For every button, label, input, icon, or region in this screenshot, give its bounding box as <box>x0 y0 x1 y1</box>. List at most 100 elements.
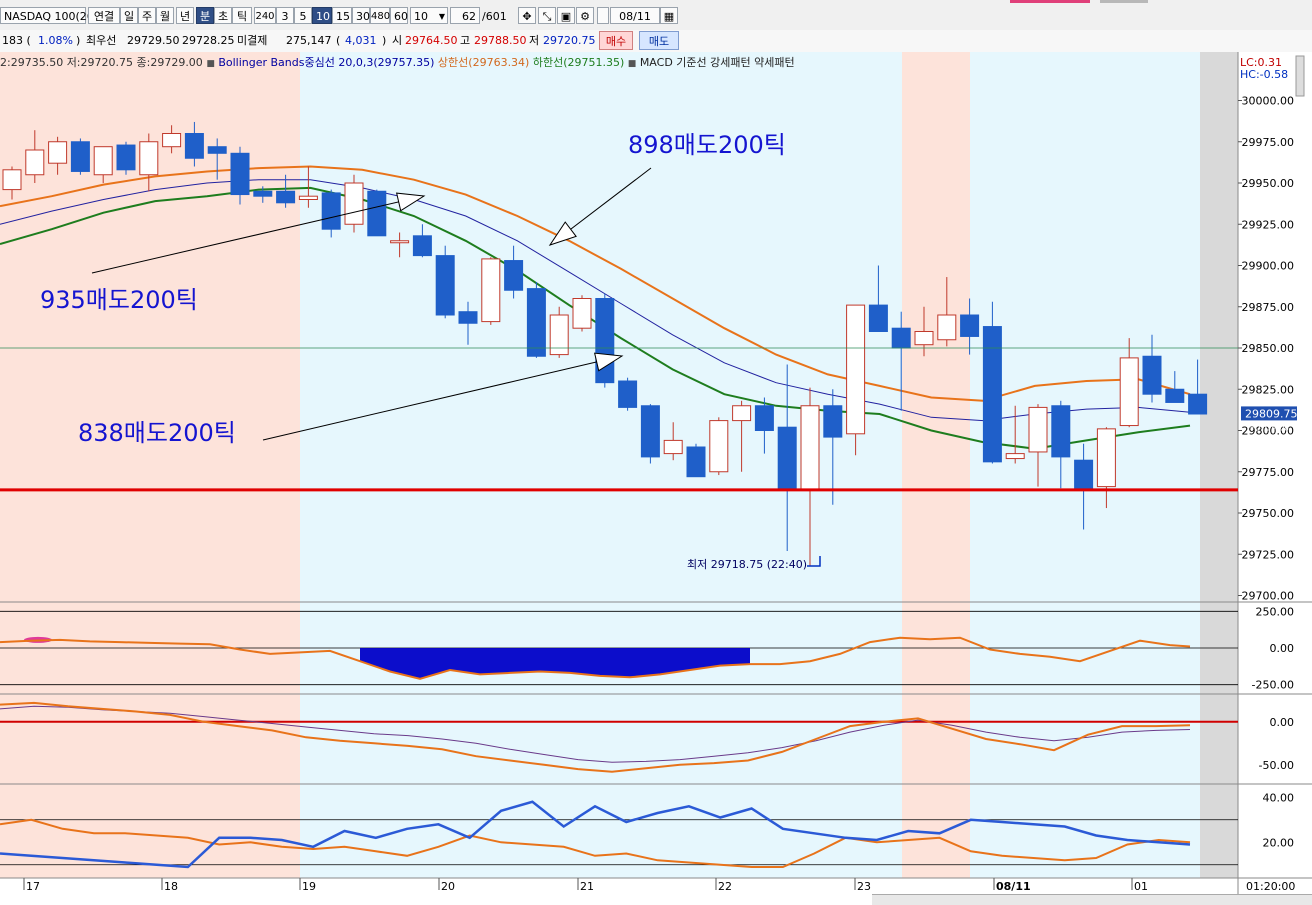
change-value: 183 ( <box>2 34 31 47</box>
time-axis-label: 22 <box>718 880 732 893</box>
indicator-legend: 2:29735.50 저:29720.75 종:29729.00 ■ Bolli… <box>0 55 795 71</box>
candle-body <box>914 331 934 346</box>
time-axis-label: 17 <box>26 880 40 893</box>
interval-button-10[interactable]: 10 <box>312 7 332 24</box>
period-button-tick[interactable]: 틱 <box>232 7 252 24</box>
zoom-tool-icon[interactable]: ⤡ <box>538 7 556 24</box>
candle-body <box>1005 453 1025 460</box>
oi-change-open: ( <box>336 34 341 47</box>
price-axis-label: 29775.00 <box>1242 466 1295 479</box>
window-tab-pink[interactable] <box>1010 0 1090 3</box>
interval-button-3[interactable]: 3 <box>276 7 294 24</box>
time-axis-label: 18 <box>164 880 178 893</box>
time-axis-label: 01 <box>1134 880 1148 893</box>
calendar-icon[interactable]: ▦ <box>660 7 678 24</box>
price-axis-label: 29750.00 <box>1242 507 1295 520</box>
gear-icon[interactable]: ⚙ <box>576 7 594 24</box>
oi-change-close: ) <box>382 34 387 47</box>
price-axis-label: 29975.00 <box>1242 136 1295 149</box>
interval-button-240[interactable]: 240 <box>254 7 276 24</box>
candle-body <box>1188 393 1208 415</box>
candle-body <box>937 314 957 341</box>
time-axis-label: 23 <box>857 880 871 893</box>
date-input[interactable]: 08/11 <box>610 7 660 24</box>
candle-body <box>640 405 660 458</box>
price-axis-label: 29900.00 <box>1242 260 1295 273</box>
price-axis-label: 29925.00 <box>1242 218 1295 231</box>
candle-body <box>139 141 159 176</box>
symbol-selector[interactable]: NASDAQ 100(26.0 <box>0 7 104 24</box>
sell-button[interactable]: 매도 <box>639 31 679 50</box>
main-toolbar: NASDAQ 100(26.0 연결 일 주 월 년 분 초 틱 240 3 5… <box>0 0 1312 31</box>
candle-body <box>1096 428 1116 488</box>
candle-body <box>526 288 546 357</box>
price-axis-label: 29950.00 <box>1242 177 1295 190</box>
chart-scrollbar[interactable] <box>872 894 1312 905</box>
candle-body <box>1028 406 1048 453</box>
session-band <box>1200 52 1238 878</box>
candle-body <box>276 190 296 204</box>
low-price: 29720.75 <box>543 34 596 47</box>
axis-scroll-handle <box>1295 55 1305 97</box>
count-input[interactable]: 62 <box>450 7 480 24</box>
annotation-sell-898: 898매도200틱 <box>628 131 786 159</box>
period-button-month[interactable]: 월 <box>156 7 174 24</box>
high-label: 고 <box>460 34 471 47</box>
candle-body <box>504 260 524 291</box>
osc-axis-label: -50.00 <box>1259 759 1294 772</box>
interval-button-5[interactable]: 5 <box>294 7 312 24</box>
period-button-minute[interactable]: 분 <box>196 7 214 24</box>
annotation-sell-838: 838매도200틱 <box>78 419 236 447</box>
bollinger-lower-label: 하한선(29751.35) <box>532 56 625 69</box>
save-icon[interactable]: ▣ <box>557 7 575 24</box>
candle-body <box>618 380 638 408</box>
period-button-linked[interactable]: 연결 <box>88 7 120 24</box>
interval-button-15[interactable]: 15 <box>332 7 352 24</box>
dmi-axis-label: 40.00 <box>1263 791 1295 804</box>
interval-button-30[interactable]: 30 <box>352 7 370 24</box>
period-button-week[interactable]: 주 <box>138 7 156 24</box>
candle-body <box>253 190 273 197</box>
price-axis-label: 30000.00 <box>1242 95 1295 108</box>
candle-body <box>868 304 888 333</box>
current-change-label: -0.04% <box>1250 420 1289 433</box>
open-interest-label: 미결제 <box>237 34 268 47</box>
candle-body <box>777 426 797 491</box>
best-ask: 29728.25 <box>182 34 235 47</box>
period-button-year[interactable]: 년 <box>176 7 194 24</box>
price-axis-label: 29825.00 <box>1242 383 1295 396</box>
candle-body <box>846 304 866 435</box>
candle-body <box>2 169 22 191</box>
price-axis-label: 29700.00 <box>1242 590 1295 603</box>
candle-body <box>207 146 227 154</box>
price-chart[interactable]: 30000.00 29975.00 29950.00 29925.00 29900.00… <box>0 52 1312 904</box>
open-label: 시 <box>392 34 403 47</box>
change-close: ) <box>76 34 81 47</box>
candle-body <box>960 314 980 337</box>
candle-body <box>25 149 45 176</box>
osc-axis-label: 0.00 <box>1270 716 1295 729</box>
candle-body <box>298 195 318 200</box>
bollinger-center-label: 중심선 20,0,3(29757.35) <box>304 56 435 69</box>
buy-button[interactable]: 매수 <box>599 31 633 50</box>
date-checkbox[interactable] <box>597 7 609 24</box>
candle-body <box>1074 459 1094 491</box>
candle-body <box>732 405 752 422</box>
crosshair-icon[interactable]: ✥ <box>518 7 536 24</box>
price-axis-label: 29725.00 <box>1242 548 1295 561</box>
interval-button-60[interactable]: 60 <box>390 7 408 24</box>
high-price: 29788.50 <box>474 34 527 47</box>
candle-body <box>1119 357 1139 427</box>
period-button-day[interactable]: 일 <box>120 7 138 24</box>
period-button-second[interactable]: 초 <box>214 7 232 24</box>
window-tab-grey[interactable] <box>1100 0 1148 3</box>
interval-button-480[interactable]: 480 <box>370 7 390 24</box>
candle-body <box>754 405 774 431</box>
interval-select[interactable]: 10 ▼ <box>410 7 448 24</box>
candle-body <box>1051 405 1071 458</box>
hc-label: HC:-0.58 <box>1240 68 1288 81</box>
chevron-down-icon: ▼ <box>438 12 445 21</box>
candle-body <box>709 420 729 473</box>
macd-axis-label: -250.00 <box>1252 679 1294 692</box>
time-axis-clock: 01:20:00 <box>1246 880 1295 893</box>
